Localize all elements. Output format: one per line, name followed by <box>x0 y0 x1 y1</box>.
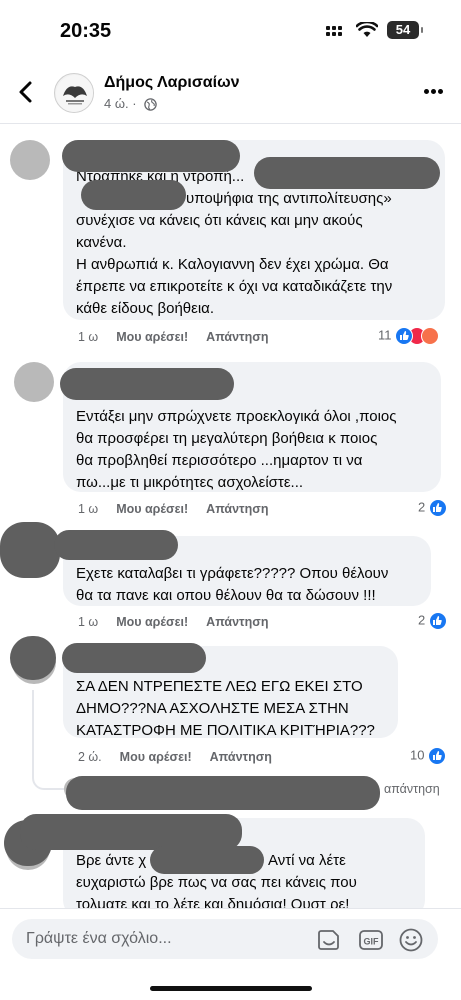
gif-icon[interactable]: GIF <box>358 927 384 953</box>
comment-text-line: Η ανθρωπιά κ. Καλογιαννη δεν έχει χρώμα.… <box>76 256 389 273</box>
comment-text-line: πω...με τι μικρότητες ασχολείστε... <box>76 474 304 491</box>
avatar[interactable] <box>14 362 54 402</box>
reaction-summary[interactable]: 2 <box>418 499 447 517</box>
status-bar: 20:35 54 <box>0 0 461 60</box>
like-button[interactable]: Μου αρέσει! <box>116 615 188 629</box>
emoji-icon[interactable] <box>398 927 424 953</box>
reply-button[interactable]: Απάντηση <box>206 502 268 516</box>
comment-text-line: κάθε είδους βοήθεια. <box>76 300 215 317</box>
comment-text-line: ΣΑ ΔΕΝ ΝΤΡΕΠΕΣΤΕ ΛΕΩ ΕΓΩ ΕΚΕΙ ΣΤΟ <box>76 678 363 695</box>
comment-age: 1 ω <box>78 330 99 344</box>
comment-text-line: κανένα. <box>76 234 127 251</box>
avatar[interactable] <box>10 140 50 180</box>
reaction-count: 11 <box>378 327 392 343</box>
svg-text:GIF: GIF <box>364 937 380 947</box>
comment-age: 2 ώ. <box>78 750 102 764</box>
comment-input[interactable]: Γράψτε ένα σχόλιο... GIF <box>12 919 438 959</box>
comment-text-line: ΚΑΤΑΣΤΡΟΦΗ ΜΕ ΠΟΛΙΤΙΚΑ ΚΡΙΤΉΡΙΑ??? <box>76 722 375 739</box>
like-button[interactable]: Μου αρέσει! <box>120 750 192 764</box>
thread-connector <box>32 690 70 790</box>
municipality-logo-icon <box>56 75 93 112</box>
like-reaction-icon <box>395 327 414 345</box>
like-button[interactable]: Μου αρέσει! <box>116 502 188 516</box>
comment-text-line: ΔΗΜΟ???ΝΑ ΑΣΧΟΛΗΣΤΕ ΜΕΣΑ ΣΤΗΝ <box>76 700 349 717</box>
globe-icon <box>144 98 157 111</box>
reaction-count: 2 <box>418 499 426 515</box>
comment-actions: 1 ω Μου αρέσει! Απάντηση <box>78 502 286 516</box>
comment-text-line: Εντάξει μην σπρώχνετε προεκλογικά όλοι ,… <box>76 408 397 425</box>
reaction-summary[interactable]: 10 <box>410 747 447 765</box>
reply-button[interactable]: Απάντηση <box>206 615 268 629</box>
comment-text-line: Εχετε καταλαβει τι γράφετε????? Οπου θέλ… <box>76 565 389 582</box>
post-header: Δήμος Λαρισαίων 4 ώ. · <box>0 60 461 124</box>
wifi-icon <box>356 22 378 37</box>
reaction-count: 10 <box>410 747 425 763</box>
comment-text-line: θα τα πανε και οπου θέλουν θα τα δώσουν … <box>76 587 376 604</box>
page-avatar[interactable] <box>54 73 94 113</box>
redaction-mark <box>81 180 186 210</box>
comment-text-line: συνέχισε να κάνεις ότι κάνεις και μην ακ… <box>76 212 363 229</box>
home-indicator <box>150 986 312 991</box>
redaction-mark <box>0 522 60 578</box>
reaction-summary[interactable]: 2 <box>418 612 447 630</box>
page-name[interactable]: Δήμος Λαρισαίων <box>104 74 240 92</box>
redaction-mark <box>60 368 234 400</box>
redaction-mark <box>10 636 56 680</box>
comment-text-line: έπρεπε να επικροτείτε κ όχι να καταδικάζ… <box>76 278 393 295</box>
redaction-mark <box>254 157 440 189</box>
like-reaction-icon <box>428 499 447 517</box>
reaction-summary[interactable]: 11 <box>378 327 440 345</box>
like-reaction-icon <box>428 612 447 630</box>
comment-age: 1 ω <box>78 615 99 629</box>
battery-icon: 54 <box>387 21 423 39</box>
comment-input-placeholder: Γράψτε ένα σχόλιο... <box>26 930 172 947</box>
redaction-mark <box>66 776 380 810</box>
comment-text-line: υποψήφια της αντιπολίτευσης» <box>186 190 392 207</box>
reaction-count: 2 <box>418 612 426 628</box>
cellular-signal-icon <box>326 26 342 40</box>
comment-text-line: θα προσφέρει τη μεγαλύτερη βοήθεια κ ποι… <box>76 430 378 447</box>
reply-button[interactable]: Απάντηση <box>206 330 268 344</box>
comment-actions: 1 ω Μου αρέσει! Απάντηση <box>78 615 286 629</box>
redaction-mark <box>150 846 264 874</box>
post-age: 4 ώ. · <box>104 96 137 111</box>
comment-text-line: Βρε άντε χ <box>76 852 147 869</box>
more-options-icon[interactable] <box>424 89 444 95</box>
like-button[interactable]: Μου αρέσει! <box>116 330 188 344</box>
redaction-mark <box>20 814 242 850</box>
comment-age: 1 ω <box>78 502 99 516</box>
back-arrow-icon[interactable] <box>14 78 38 106</box>
comment-actions: 2 ώ. Μου αρέσει! Απάντηση <box>78 750 290 764</box>
comment-actions: 1 ω Μου αρέσει! Απάντηση <box>78 330 286 344</box>
comment-text-line: θα προβληθεί περισσότερο ...ημαρτον τι ν… <box>76 452 363 469</box>
sticker-icon[interactable] <box>316 927 342 953</box>
status-time: 20:35 <box>60 20 112 42</box>
redaction-mark <box>62 643 206 673</box>
view-reply-link[interactable]: απάντηση <box>384 782 440 796</box>
comment-text-line: ευχαριστώ βρε πως να σας πει κάνεις που <box>76 874 357 891</box>
redaction-mark <box>54 530 178 560</box>
reply-button[interactable]: Απάντηση <box>210 750 272 764</box>
redaction-mark <box>62 140 240 172</box>
angry-reaction-icon <box>421 327 440 345</box>
like-reaction-icon <box>428 747 447 765</box>
comment-text-line: Αντί να λέτε <box>268 852 346 869</box>
